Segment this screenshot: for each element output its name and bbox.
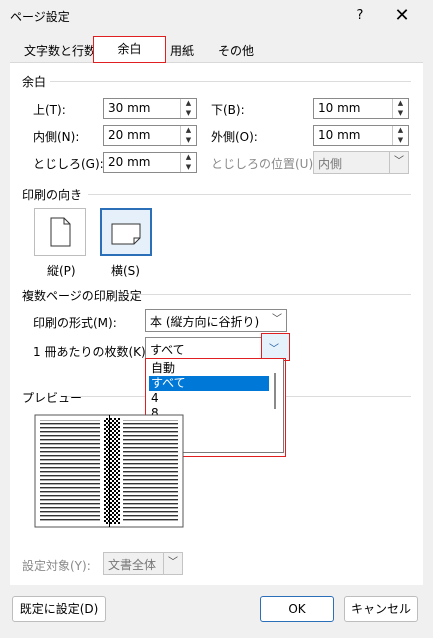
portrait-page-icon [50,217,71,247]
sheets-per-booklet-label: 1 冊あたりの枚数(K): [33,345,150,359]
spin-down-icon[interactable]: ▼ [181,136,196,145]
tab-margins[interactable]: 余白 [93,36,166,63]
bottom-margin-spinner[interactable]: 10 mm ▲ ▼ [313,98,409,119]
dropdown-toggle-button[interactable]: ﹀ [261,333,290,361]
spin-down-icon[interactable]: ▼ [393,136,408,145]
print-format-select[interactable]: 本 (縦方向に谷折り) ﹀ [145,309,287,332]
sheets-per-booklet-value: すべて [150,343,185,357]
spin-down-icon[interactable]: ▼ [181,109,196,118]
close-button[interactable]: ✕ [390,4,414,28]
spin-up-icon[interactable]: ▲ [393,99,408,108]
top-margin-value: 30 mm [108,101,151,115]
bottom-margin-value: 10 mm [318,101,361,115]
gutter-value: 20 mm [108,155,151,169]
print-format-label: 印刷の形式(M): [33,316,117,330]
chevron-down-icon: ﹀ [163,553,182,574]
spin-down-icon[interactable]: ▼ [181,163,196,172]
dialog-title: ページ設定 [10,10,70,24]
apply-to-value: 文書全体 [108,558,157,572]
cancel-button[interactable]: キャンセル [344,596,418,622]
gutter-label: とじしろ(G): [33,157,104,171]
outside-margin-value: 10 mm [318,128,361,142]
preview-section-label: プレビュー [22,391,83,405]
gutter-position-label: とじしろの位置(U): [211,157,318,171]
outside-margin-label: 外側(O): [211,130,258,144]
bottom-margin-label: 下(B): [211,103,245,117]
gutter-spinner[interactable]: 20 mm ▲ ▼ [103,152,197,173]
section-divider [138,294,411,295]
ok-button[interactable]: OK [260,596,334,622]
apply-to-label: 設定対象(Y): [22,559,91,573]
set-default-button[interactable]: 既定に設定(D) [12,596,106,622]
booklet-preview-icon [34,414,184,528]
inside-margin-value: 20 mm [108,128,151,142]
landscape-page-icon [111,223,141,245]
inside-margin-label: 内側(N): [33,130,80,144]
orientation-section-label: 印刷の向き [22,188,83,202]
margins-section-label: 余白 [22,75,47,89]
chevron-down-icon: ﹀ [389,152,408,173]
landscape-button[interactable] [100,208,152,256]
pages-section-label: 複数ページの印刷設定 [22,289,142,303]
chevron-down-icon: ﹀ [269,344,279,355]
section-divider [50,81,411,82]
spin-up-icon[interactable]: ▲ [181,126,196,135]
portrait-label: 縦(P) [47,264,76,278]
inside-margin-spinner[interactable]: 20 mm ▲ ▼ [103,125,197,146]
landscape-label: 横(S) [111,264,140,278]
outside-margin-spinner[interactable]: 10 mm ▲ ▼ [313,125,409,146]
top-margin-spinner[interactable]: 30 mm ▲ ▼ [103,98,197,119]
gutter-position-value: 内側 [318,157,343,171]
tab-characters-lines[interactable]: 文字数と行数 [20,40,100,62]
spin-up-icon[interactable]: ▲ [181,99,196,108]
spin-up-icon[interactable]: ▲ [393,126,408,135]
section-divider [67,396,145,397]
tab-paper[interactable]: 用紙 [166,40,198,62]
portrait-button[interactable] [34,208,86,256]
tab-other[interactable]: その他 [214,40,258,62]
print-format-value: 本 (縦方向に谷折り) [150,315,260,329]
chevron-down-icon: ﹀ [272,314,282,325]
spin-up-icon[interactable]: ▲ [181,153,196,162]
top-margin-label: 上(T): [33,103,66,117]
section-divider [286,396,411,397]
apply-to-select: 文書全体 ﹀ [103,552,183,575]
preview-image [34,414,184,528]
spin-down-icon[interactable]: ▼ [393,109,408,118]
help-button[interactable]: ? [348,4,372,28]
section-divider [88,194,411,195]
gutter-position-select: 内側 ﹀ [313,151,409,174]
